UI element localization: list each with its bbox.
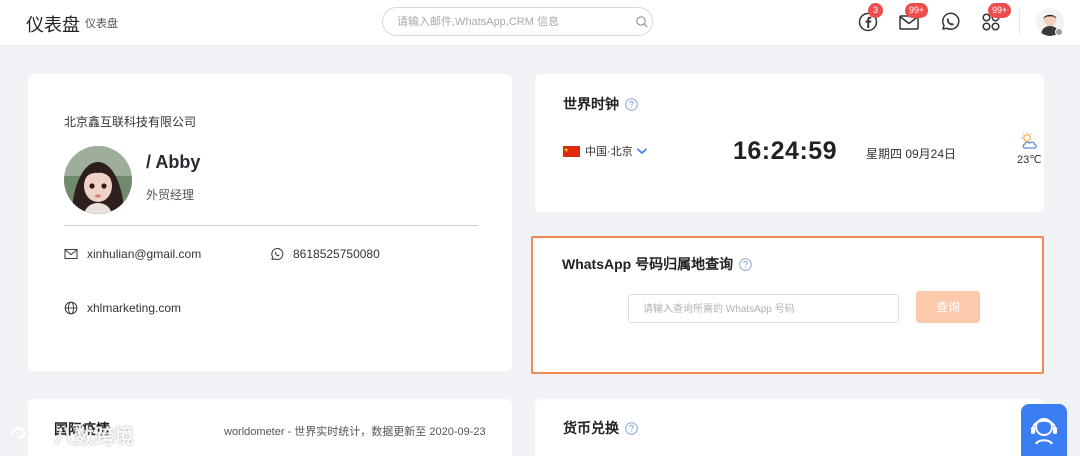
email-text: xinhulian@gmail.com	[87, 247, 202, 261]
currency-header: 货币兑换	[563, 418, 638, 438]
customer-support-button[interactable]	[1021, 404, 1067, 456]
whatsapp-button[interactable]	[938, 0, 964, 46]
contact-email: xinhulian@gmail.com	[64, 247, 201, 261]
whatsapp-lookup-title: WhatsApp 号码归属地查询	[562, 256, 734, 272]
mail-button[interactable]: 99+	[897, 0, 929, 46]
city-name: 中国·北京	[585, 146, 633, 158]
whatsapp-lookup-card: WhatsApp 号码归属地查询 查询	[531, 236, 1044, 374]
mail-badge: 99+	[905, 3, 929, 18]
whatsapp-lookup-header: WhatsApp 号码归属地查询	[562, 254, 752, 274]
whatsapp-number-field[interactable]	[628, 294, 899, 323]
whatsapp-icon	[942, 12, 960, 30]
china-flag-icon	[563, 145, 580, 157]
covid-source: worldometer - 世界实时统计，数据更新至 2020-09-23	[224, 426, 486, 438]
breadcrumb: 仪表盘	[85, 18, 118, 30]
profile-divider	[64, 225, 478, 226]
clock-date: 星期四 09月24日	[866, 147, 957, 161]
website-text[interactable]: xhlmarketing.com	[87, 301, 181, 315]
help-icon[interactable]	[739, 257, 752, 271]
top-bar: 仪表盘 仪表盘 3 99+	[0, 0, 1080, 46]
page-title: 仪表盘	[26, 15, 80, 35]
profile-card: 北京鑫互联科技有限公司 / Abby 外贸经理 xinhulian@gmail.…	[28, 74, 512, 371]
temperature: 23℃	[1017, 154, 1042, 166]
status-dot	[1055, 28, 1063, 36]
search-icon[interactable]	[635, 15, 649, 29]
company-name: 北京鑫互联科技有限公司	[64, 115, 197, 129]
currency-title: 货币兑换	[563, 420, 619, 436]
profile-photo	[64, 146, 132, 214]
world-clock-card: 世界时钟 中国·北京 16:24:59 星期四 09月24日 23℃	[535, 74, 1044, 212]
city-selector[interactable]: 中国·北京	[563, 143, 648, 159]
clock-time: 16:24:59	[733, 137, 838, 165]
partly-cloudy-icon	[1021, 132, 1037, 149]
facebook-button[interactable]: 3	[855, 0, 885, 46]
header-divider	[1019, 9, 1020, 35]
contact-phone: 8618525750080	[270, 247, 380, 261]
headset-icon	[1031, 418, 1057, 445]
whatsapp-icon	[271, 247, 284, 261]
phone-text: 8618525750080	[293, 247, 380, 261]
mail-icon	[64, 248, 78, 260]
query-button[interactable]: 查询	[916, 291, 980, 323]
world-clock-header: 世界时钟	[563, 94, 638, 114]
profile-photo-image	[64, 146, 132, 214]
chevron-down-icon	[636, 148, 647, 155]
whatsapp-number-input[interactable]	[643, 302, 883, 316]
currency-card: 货币兑换	[535, 399, 1044, 456]
apps-button[interactable]: 99+	[979, 0, 1012, 46]
watermark: 八数跨境	[8, 420, 134, 449]
help-icon[interactable]	[625, 97, 638, 111]
profile-name: / Abby	[146, 152, 201, 172]
facebook-badge: 3	[868, 3, 883, 18]
help-icon[interactable]	[625, 421, 638, 435]
profile-role: 外贸经理	[146, 188, 195, 202]
watermark-text: 八数跨境	[54, 426, 134, 448]
contact-website: xhlmarketing.com	[64, 301, 181, 315]
watermark-logo	[10, 426, 44, 443]
world-clock-title: 世界时钟	[563, 96, 619, 112]
apps-badge: 99+	[988, 3, 1012, 18]
global-search[interactable]	[382, 7, 653, 36]
search-input[interactable]	[397, 14, 627, 30]
globe-icon	[64, 301, 78, 315]
